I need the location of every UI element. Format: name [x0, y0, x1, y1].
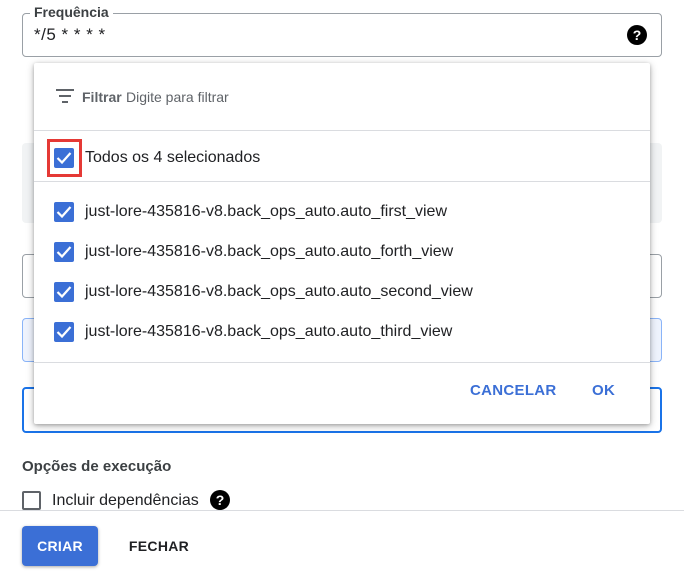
help-icon[interactable]: ?: [627, 25, 647, 45]
frequency-value[interactable]: */5 * * * *: [34, 25, 106, 45]
footer-divider: [0, 510, 684, 511]
check-icon: [56, 286, 72, 299]
list-item[interactable]: just-lore-435816-v8.back_ops_auto.auto_f…: [34, 192, 650, 232]
item-label: just-lore-435816-v8.back_ops_auto.auto_f…: [85, 203, 447, 220]
filter-icon: [56, 89, 74, 103]
check-icon: [56, 326, 72, 339]
check-icon: [56, 152, 72, 165]
item-label: just-lore-435816-v8.back_ops_auto.auto_s…: [85, 283, 473, 300]
view-select-popup: Filtrar Todos os 4 selecionados just-lor…: [34, 63, 650, 424]
execution-options-title: Opções de execução: [22, 458, 172, 475]
list-item[interactable]: just-lore-435816-v8.back_ops_auto.auto_f…: [34, 232, 650, 272]
cancel-button[interactable]: CANCELAR: [460, 375, 567, 407]
create-button[interactable]: CRIAR: [22, 526, 98, 566]
include-dependencies-label[interactable]: Incluir dependências: [52, 491, 199, 510]
filter-row: Filtrar: [34, 63, 650, 131]
select-all-checkbox[interactable]: [54, 148, 74, 168]
check-icon: [56, 206, 72, 219]
filter-input[interactable]: [126, 89, 426, 105]
include-dependencies-checkbox[interactable]: [22, 491, 41, 510]
actions-divider: [34, 362, 650, 363]
item-checkbox[interactable]: [54, 282, 74, 302]
item-label: just-lore-435816-v8.back_ops_auto.auto_t…: [85, 323, 453, 340]
item-label: just-lore-435816-v8.back_ops_auto.auto_f…: [85, 243, 454, 260]
help-icon[interactable]: ?: [210, 490, 230, 510]
select-all-row[interactable]: Todos os 4 selecionados: [34, 132, 650, 182]
list-item[interactable]: just-lore-435816-v8.back_ops_auto.auto_t…: [34, 312, 650, 352]
frequency-field[interactable]: [22, 13, 662, 57]
close-button[interactable]: FECHAR: [118, 526, 200, 566]
frequency-label: Frequência: [30, 4, 113, 20]
item-checkbox[interactable]: [54, 322, 74, 342]
ok-button[interactable]: OK: [582, 375, 625, 407]
item-checkbox[interactable]: [54, 242, 74, 262]
filter-label: Filtrar: [82, 89, 122, 105]
select-all-label: Todos os 4 selecionados: [85, 149, 261, 166]
item-checkbox[interactable]: [54, 202, 74, 222]
list-item[interactable]: just-lore-435816-v8.back_ops_auto.auto_s…: [34, 272, 650, 312]
check-icon: [56, 246, 72, 259]
